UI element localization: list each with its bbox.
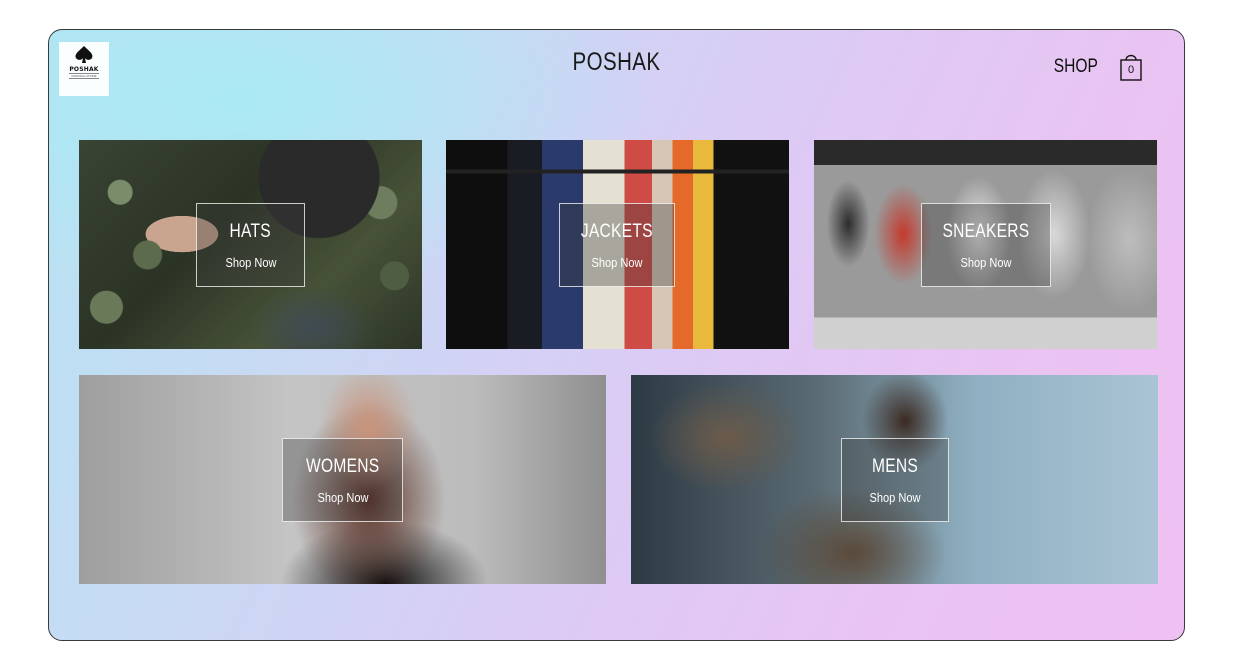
logo-wordmark: POSHAK [69,66,99,73]
category-overlay[interactable]: WOMENS Shop Now [282,438,403,522]
category-tile-womens[interactable]: WOMENS Shop Now [79,375,606,584]
category-title: SNEAKERS [942,220,1030,242]
brand-logo[interactable]: POSHAK ORIGINAL ATTIRE [59,42,109,96]
shop-now-link[interactable]: Shop Now [960,255,1011,270]
app-frame: POSHAK ORIGINAL ATTIRE POSHAK SHOP 0 HAT… [48,29,1185,641]
page-title: POSHAK [572,48,661,76]
logo-tagline: ORIGINAL ATTIRE [69,73,99,79]
category-overlay[interactable]: HATS Shop Now [196,203,305,287]
category-title: MENS [871,455,918,477]
cart-button[interactable]: 0 [1118,50,1144,84]
category-title: HATS [229,220,272,242]
shop-now-link[interactable]: Shop Now [225,255,276,270]
shop-now-link[interactable]: Shop Now [317,490,368,505]
cart-count: 0 [1127,64,1135,76]
category-title: JACKETS [581,220,653,242]
category-overlay[interactable]: SNEAKERS Shop Now [921,203,1051,287]
category-title: WOMENS [305,455,380,477]
shop-link[interactable]: SHOP [1054,56,1098,78]
shop-now-link[interactable]: Shop Now [591,255,642,270]
category-tile-sneakers[interactable]: SNEAKERS Shop Now [814,140,1157,349]
spade-icon [75,46,93,63]
category-tile-jackets[interactable]: JACKETS Shop Now [446,140,789,349]
category-overlay[interactable]: MENS Shop Now [841,438,949,522]
category-tile-hats[interactable]: HATS Shop Now [79,140,422,349]
category-tile-mens[interactable]: MENS Shop Now [631,375,1158,584]
shop-now-link[interactable]: Shop Now [869,490,920,505]
category-overlay[interactable]: JACKETS Shop Now [559,203,675,287]
